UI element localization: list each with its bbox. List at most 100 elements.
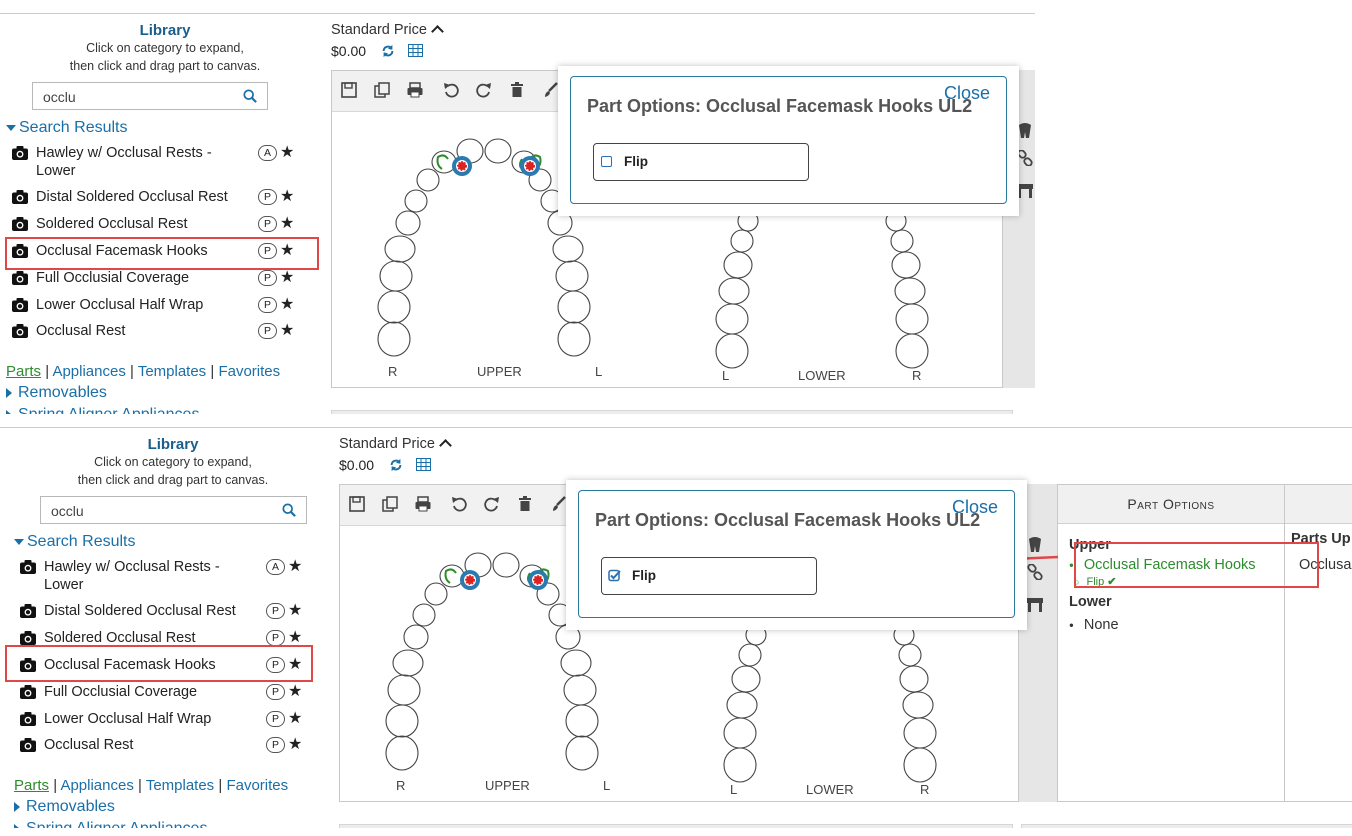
search-icon[interactable]: [243, 89, 257, 103]
link-templates[interactable]: Templates: [138, 363, 206, 380]
standard-price-toggle[interactable]: Standard Price: [331, 22, 444, 38]
lower-arch[interactable]: [702, 211, 942, 381]
link-favorites[interactable]: Favorites: [226, 777, 288, 794]
undo-icon[interactable]: [450, 495, 468, 513]
label-right: R: [920, 782, 930, 797]
lower-arch[interactable]: [710, 625, 950, 795]
category-spring-aligner[interactable]: Spring Aligner Appliances: [6, 406, 199, 414]
star-icon[interactable]: ★: [280, 213, 294, 233]
part-options-panel: Part Options Upper ● Occlusal Facemask H…: [1057, 484, 1285, 802]
bottom-toolbar: [1021, 824, 1352, 828]
save-icon[interactable]: [348, 495, 366, 513]
star-icon[interactable]: ★: [288, 681, 302, 701]
library-title: Library: [139, 22, 191, 39]
library-instruction-1: Click on category to expand,: [94, 455, 252, 469]
camera-icon[interactable]: [20, 685, 36, 699]
star-icon[interactable]: ★: [288, 600, 302, 620]
star-icon[interactable]: ★: [288, 734, 302, 754]
refresh-icon[interactable]: [389, 458, 403, 472]
link-appliances[interactable]: Appliances: [52, 363, 125, 380]
lower-label: Lower: [1069, 594, 1112, 610]
library-instruction-2: then click and drag part to canvas.: [69, 59, 261, 73]
star-icon[interactable]: ★: [280, 294, 294, 314]
camera-icon[interactable]: [12, 190, 28, 204]
star-icon[interactable]: ★: [280, 142, 294, 162]
search-input[interactable]: [41, 88, 235, 106]
camera-icon[interactable]: [12, 217, 28, 231]
table-icon[interactable]: [408, 44, 423, 57]
result-badge: P: [258, 297, 277, 313]
camera-icon[interactable]: [12, 271, 28, 285]
category-removables[interactable]: Removables: [6, 384, 107, 402]
copy-icon[interactable]: [373, 81, 391, 99]
label-lower: LOWER: [798, 368, 846, 383]
trash-icon[interactable]: [508, 81, 526, 99]
search-results-toggle[interactable]: Search Results: [6, 119, 128, 137]
print-icon[interactable]: [406, 81, 424, 99]
camera-icon[interactable]: [12, 298, 28, 312]
link-templates[interactable]: Templates: [146, 777, 214, 794]
star-icon[interactable]: ★: [288, 556, 302, 576]
link-parts[interactable]: Parts: [6, 363, 41, 380]
flip-option[interactable]: Flip: [601, 557, 817, 595]
lower-part-item: ● None: [1069, 617, 1119, 633]
price-value: $0.00: [331, 43, 367, 59]
flip-option[interactable]: Flip: [593, 143, 809, 181]
camera-icon[interactable]: [12, 324, 28, 338]
category-label: Removables: [26, 798, 115, 815]
divider: [0, 13, 1035, 14]
price-value: $0.00: [339, 457, 375, 473]
link-appliances[interactable]: Appliances: [60, 777, 133, 794]
print-icon[interactable]: [414, 495, 432, 513]
result-badge: A: [266, 559, 285, 575]
label-right: R: [388, 364, 398, 379]
label-left: L: [722, 368, 730, 383]
save-icon[interactable]: [340, 81, 358, 99]
search-icon[interactable]: [282, 503, 296, 517]
search-input[interactable]: [49, 502, 243, 520]
library-search-box: [32, 82, 268, 110]
label-upper: UPPER: [485, 778, 530, 793]
result-name: Lower Occlusal Half Wrap: [36, 297, 204, 313]
result-badge: P: [266, 737, 285, 753]
link-parts[interactable]: Parts: [14, 777, 49, 794]
tooth-icon[interactable]: [1017, 122, 1033, 140]
trash-icon[interactable]: [516, 495, 534, 513]
close-button[interactable]: Close: [944, 83, 990, 104]
category-spring-aligner[interactable]: Spring Aligner Appliances: [14, 820, 207, 828]
camera-icon[interactable]: [20, 560, 36, 574]
camera-icon[interactable]: [20, 712, 36, 726]
appliance-icon[interactable]: [1017, 184, 1033, 198]
checked-checkbox-icon[interactable]: [608, 569, 621, 582]
result-name: Hawley w/ Occlusal Rests - Lower: [36, 145, 212, 179]
camera-icon[interactable]: [20, 738, 36, 752]
redo-icon[interactable]: [483, 495, 501, 513]
appliance-icon[interactable]: [1027, 598, 1043, 612]
link-icon[interactable]: [1017, 150, 1033, 166]
star-icon[interactable]: ★: [280, 267, 294, 287]
copy-icon[interactable]: [381, 495, 399, 513]
star-icon[interactable]: ★: [288, 708, 302, 728]
category-removables[interactable]: Removables: [14, 798, 115, 816]
star-icon[interactable]: ★: [288, 627, 302, 647]
caret-right-icon: [14, 801, 20, 812]
camera-icon[interactable]: [20, 604, 36, 618]
refresh-icon[interactable]: [381, 44, 395, 58]
highlight-box: [5, 645, 313, 682]
flip-checkbox[interactable]: [601, 156, 612, 167]
standard-price-toggle[interactable]: Standard Price: [339, 436, 452, 452]
label-right: R: [912, 368, 922, 383]
parts-up-header: [1285, 485, 1352, 524]
undo-icon[interactable]: [442, 81, 460, 99]
separator: |: [210, 363, 215, 380]
table-icon[interactable]: [416, 458, 431, 471]
camera-icon[interactable]: [20, 631, 36, 645]
search-results-toggle[interactable]: Search Results: [14, 533, 136, 551]
camera-icon[interactable]: [12, 146, 28, 160]
link-favorites[interactable]: Favorites: [218, 363, 280, 380]
star-icon[interactable]: ★: [280, 320, 294, 340]
star-icon[interactable]: ★: [280, 186, 294, 206]
close-button[interactable]: Close: [952, 497, 998, 518]
result-badge: P: [266, 684, 285, 700]
redo-icon[interactable]: [475, 81, 493, 99]
